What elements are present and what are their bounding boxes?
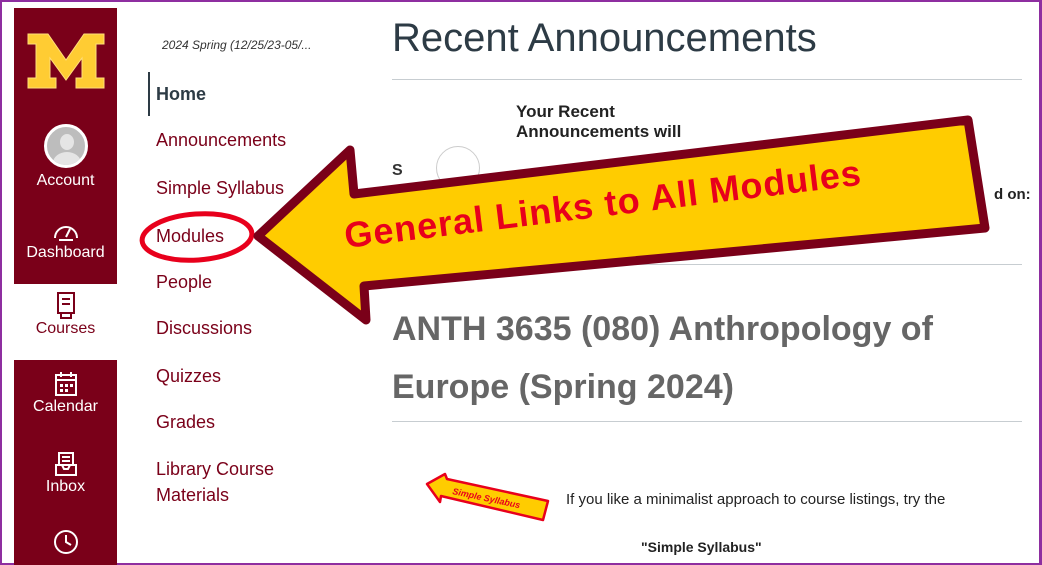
course-nav-announcements[interactable]: Announcements bbox=[156, 130, 286, 151]
course-nav-discussions[interactable]: Discussions bbox=[156, 318, 252, 339]
nav-courses-label: Courses bbox=[35, 320, 96, 337]
nav-account[interactable]: Account bbox=[14, 124, 117, 190]
nav-calendar[interactable]: Calendar bbox=[14, 370, 117, 416]
divider bbox=[392, 421, 1022, 422]
course-title: ANTH 3635 (080) Anthropology of Europe (… bbox=[392, 310, 933, 406]
nav-courses[interactable]: Courses bbox=[14, 284, 117, 360]
minimalist-text: If you like a minimalist approach to cou… bbox=[566, 491, 946, 508]
course-nav-grades[interactable]: Grades bbox=[156, 412, 215, 433]
university-logo[interactable] bbox=[24, 30, 108, 92]
recent-line-2: Announcements will bbox=[516, 122, 682, 141]
nav-dashboard[interactable]: Dashboard bbox=[14, 218, 117, 262]
active-indicator bbox=[148, 72, 150, 116]
due-on-label: d on: bbox=[994, 186, 1031, 203]
nav-history[interactable] bbox=[14, 528, 117, 556]
inbox-icon bbox=[54, 452, 77, 476]
page-title: Recent Announcements bbox=[392, 16, 817, 60]
term-label: 2024 Spring (12/25/23-05/... bbox=[162, 38, 312, 52]
course-nav-modules[interactable]: Modules bbox=[156, 226, 224, 247]
account-avatar-icon bbox=[43, 124, 88, 168]
calendar-icon bbox=[54, 372, 77, 396]
simple-syllabus-quote: "Simple Syllabus" bbox=[641, 539, 762, 555]
nav-account-label: Account bbox=[36, 172, 95, 189]
course-nav-simple-syllabus[interactable]: Simple Syllabus bbox=[156, 178, 284, 199]
grayed-letter: S bbox=[392, 162, 403, 179]
divider bbox=[392, 79, 1022, 80]
courses-book-icon bbox=[56, 292, 75, 319]
dashboard-gauge-icon bbox=[53, 226, 78, 241]
course-nav-people[interactable]: People bbox=[156, 272, 212, 293]
nav-dashboard-label: Dashboard bbox=[26, 244, 105, 261]
nav-inbox-label: Inbox bbox=[45, 478, 86, 495]
recent-line-1: Your Recent bbox=[516, 102, 615, 121]
global-nav: Account Dashboard Courses Calendar Inbox bbox=[14, 8, 117, 565]
nav-calendar-label: Calendar bbox=[33, 398, 98, 415]
clock-icon bbox=[53, 530, 78, 554]
course-nav-library-materials[interactable]: Materials bbox=[156, 485, 229, 506]
course-nav-library-course[interactable]: Library Course bbox=[156, 459, 274, 480]
recent-announcements-placeholder: Your Recent Announcements will bbox=[516, 102, 716, 142]
nav-inbox[interactable]: Inbox bbox=[14, 450, 117, 496]
course-nav-home[interactable]: Home bbox=[156, 84, 206, 105]
course-nav-quizzes[interactable]: Quizzes bbox=[156, 366, 221, 387]
